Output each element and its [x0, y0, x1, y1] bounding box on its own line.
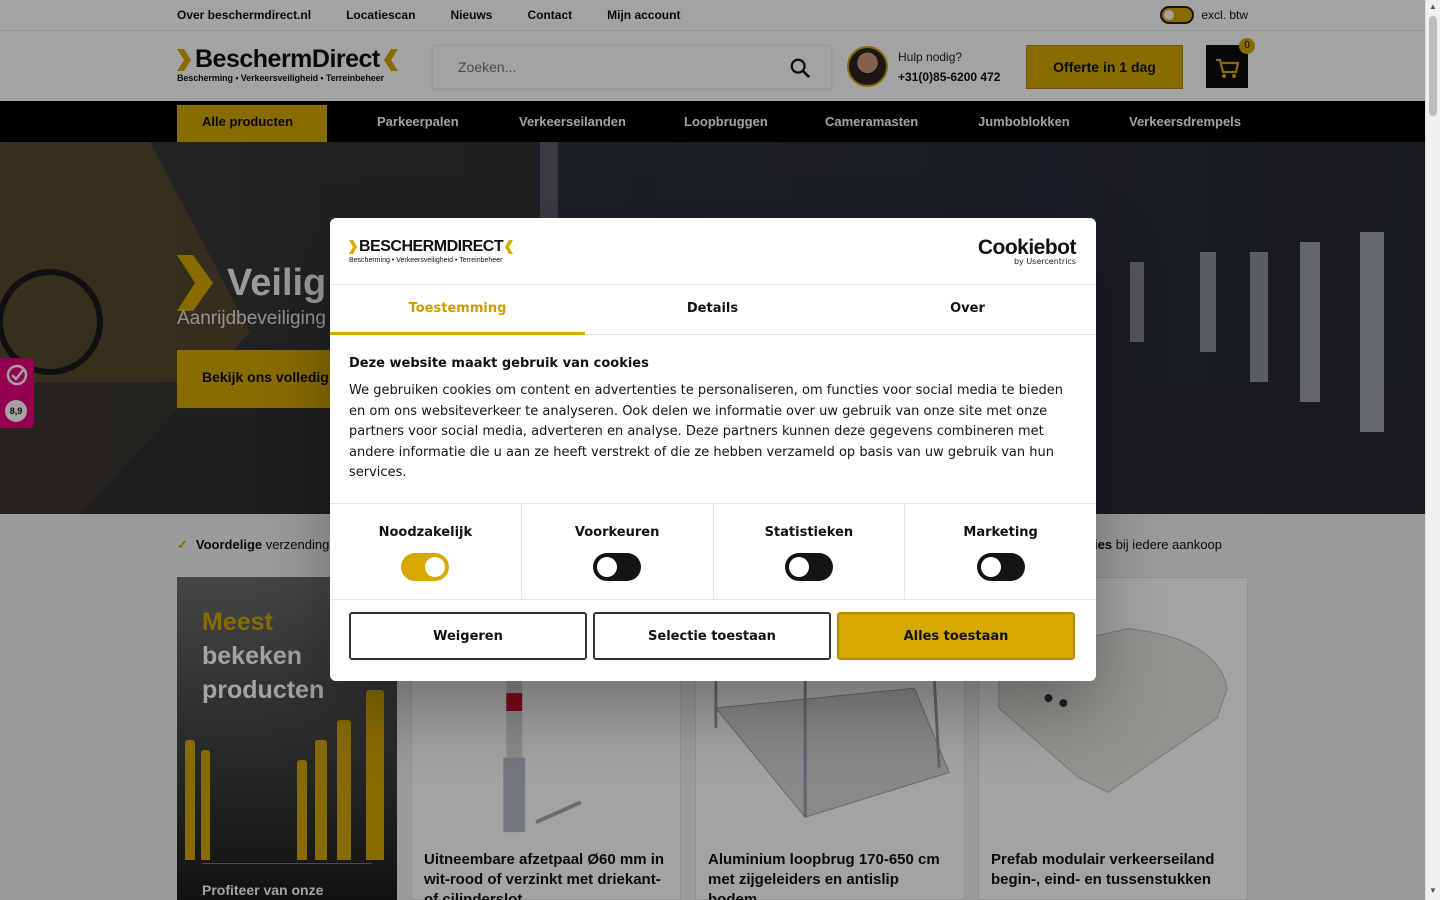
category-label: Voorkeuren: [574, 525, 660, 540]
dialog-logo-text: BESCHERMDIRECT: [359, 238, 504, 255]
category-marketing: Marketing: [905, 504, 1096, 599]
dialog-logo-chevron-left-icon: [505, 240, 514, 254]
page-scrollbar[interactable]: ▲ ▼: [1425, 0, 1440, 900]
marketing-toggle[interactable]: [976, 553, 1025, 581]
dialog-logo-chevron-right-icon: [349, 240, 357, 254]
scroll-down-icon[interactable]: ▼: [1429, 886, 1437, 895]
scrollbar-thumb[interactable]: [1429, 16, 1437, 116]
allow-selection-button[interactable]: Selectie toestaan: [593, 612, 831, 660]
category-label: Statistieken: [764, 525, 854, 540]
category-label: Marketing: [963, 525, 1038, 540]
dialog-body-text: We gebruiken cookies om content en adver…: [349, 383, 1064, 480]
scroll-up-icon[interactable]: ▲: [1429, 2, 1437, 11]
dialog-logo: BESCHERMDIRECT Bescherming • Verkeersvei…: [349, 238, 514, 264]
category-preferences: Voorkeuren: [522, 504, 714, 599]
tab-about[interactable]: Over: [840, 285, 1095, 335]
category-necessary: Noodzakelijk: [330, 504, 522, 599]
preferences-toggle[interactable]: [593, 553, 642, 581]
statistics-toggle[interactable]: [784, 553, 833, 581]
dialog-logo-subtitle: Bescherming • Verkeersveiligheid • Terre…: [349, 257, 503, 264]
tab-consent[interactable]: Toestemming: [330, 285, 585, 335]
necessary-toggle[interactable]: [401, 553, 450, 581]
cookiebot-logo: Cookiebot by Usercentrics: [978, 236, 1077, 266]
deny-button[interactable]: Weigeren: [349, 612, 587, 660]
allow-all-button[interactable]: Alles toestaan: [837, 612, 1075, 660]
tab-details[interactable]: Details: [585, 285, 840, 335]
category-label: Noodzakelijk: [378, 525, 473, 540]
cookie-consent-dialog: BESCHERMDIRECT Bescherming • Verkeersvei…: [330, 218, 1096, 681]
dialog-tabs: Toestemming Details Over: [330, 284, 1096, 335]
category-statistics: Statistieken: [714, 504, 906, 599]
consent-categories: Noodzakelijk Voorkeuren Statistieken Mar…: [330, 503, 1096, 600]
dialog-heading: Deze website maakt gebruik van cookies: [349, 356, 649, 371]
